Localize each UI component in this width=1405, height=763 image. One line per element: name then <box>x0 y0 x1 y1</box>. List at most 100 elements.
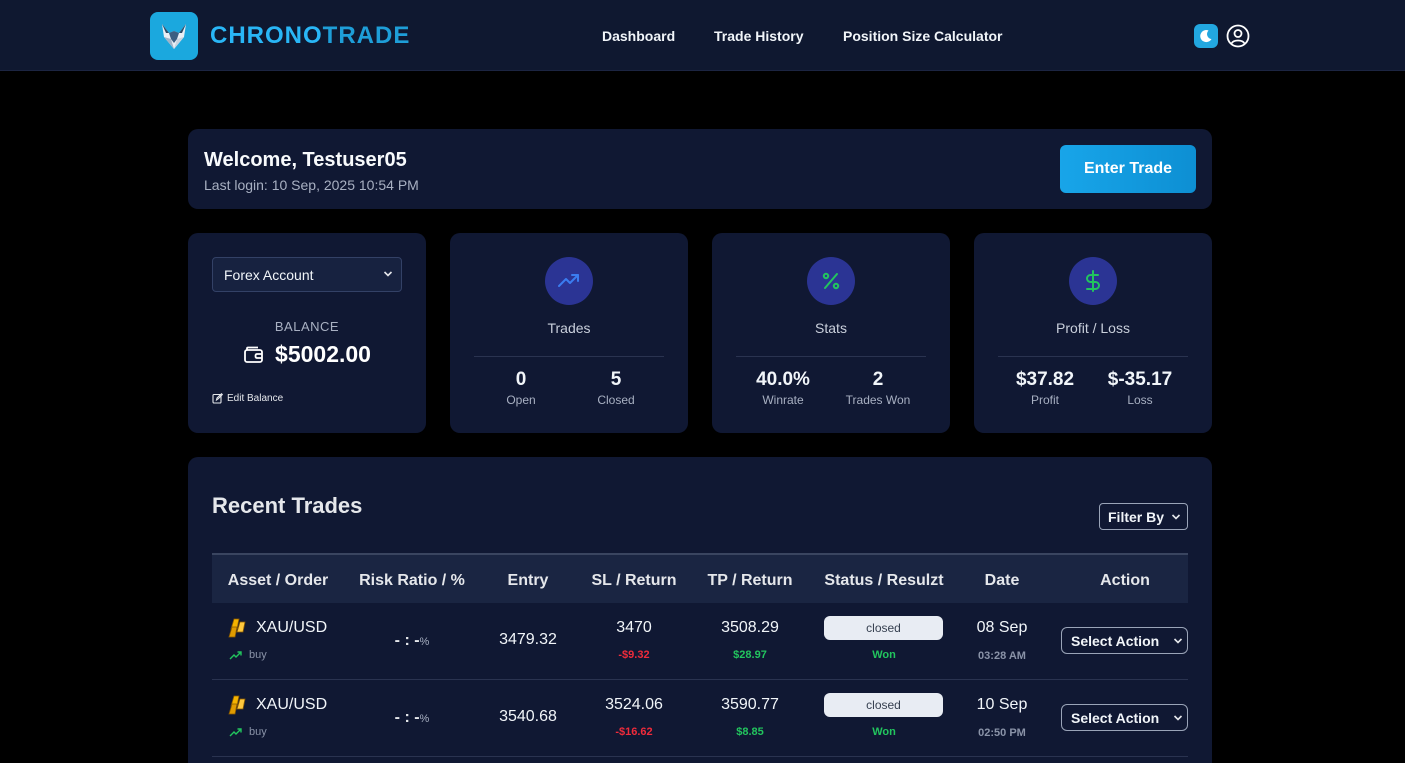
brand-part-2: TRADE <box>322 22 411 49</box>
balance-card: Forex Account BALANCE $5002.00 Edit Bala… <box>188 233 426 433</box>
col-asset-order: Asset / Order <box>227 572 329 589</box>
col-sl-return: SL / Return <box>591 572 677 589</box>
table-row: XAU/USD buy - : -% 3479.32 3470 -$9.32 3… <box>212 603 1188 680</box>
profit-loss-card: Profit / Loss $37.82 Profit $-35.17 Loss <box>974 233 1212 433</box>
trades-title: Trades <box>547 320 591 336</box>
select-action-dropdown[interactable]: Select Action <box>1061 627 1188 654</box>
risk-ratio: - : -% <box>395 709 430 727</box>
trades-won-label: Trades Won <box>845 393 911 407</box>
col-action: Action <box>1100 572 1150 589</box>
loss-stat: $-35.17 Loss <box>1085 369 1195 407</box>
recent-trades-card: Recent Trades Filter By Asset / Order Ri… <box>188 457 1212 763</box>
col-tp-return: TP / Return <box>707 572 793 589</box>
order-side: buy <box>249 726 267 738</box>
chevron-down-icon <box>1171 514 1181 520</box>
recent-trades-title: Recent Trades <box>212 493 363 518</box>
risk-ratio-unit: % <box>419 636 430 648</box>
enter-trade-button[interactable]: Enter Trade <box>1060 145 1196 193</box>
winrate-value: 40.0% <box>756 369 810 390</box>
stop-loss-return: -$16.62 <box>615 726 653 738</box>
last-login-text: Last login: 10 Sep, 2025 10:54 PM <box>204 177 419 193</box>
stop-loss-return: -$9.32 <box>618 649 650 661</box>
edit-balance-button[interactable]: Edit Balance <box>212 393 283 404</box>
closed-trades-stat: 5 Closed <box>561 369 671 407</box>
filter-by-label: Filter By <box>1108 508 1165 525</box>
asset-name[interactable]: XAU/USD <box>256 696 327 714</box>
user-circle-icon[interactable] <box>1226 24 1250 48</box>
filter-by-dropdown[interactable]: Filter By <box>1099 503 1188 530</box>
take-profit-return: $8.85 <box>736 726 764 738</box>
entry-price: 3540.68 <box>499 708 557 725</box>
result-label: Won <box>872 726 896 738</box>
loss-label: Loss <box>1127 393 1153 407</box>
balance-row: $5002.00 <box>188 341 426 368</box>
trades-card: Trades 0 Open 5 Closed <box>450 233 688 433</box>
take-profit-price: 3508.29 <box>721 619 779 636</box>
nav-position-size-calculator[interactable]: Position Size Calculator <box>843 28 1002 44</box>
col-date: Date <box>984 572 1020 589</box>
trades-won-stat: 2 Trades Won <box>823 369 933 407</box>
select-action-dropdown[interactable]: Select Action <box>1061 704 1188 731</box>
chevron-down-icon <box>383 271 393 277</box>
welcome-card: Welcome, Testuser05 Last login: 10 Sep, … <box>188 129 1212 209</box>
take-profit-return: $28.97 <box>733 649 767 661</box>
gold-bars-icon <box>228 618 246 638</box>
chevron-down-icon <box>1173 638 1183 644</box>
profit-loss-title: Profit / Loss <box>1056 320 1130 336</box>
trade-time: 03:28 AM <box>978 650 1026 662</box>
take-profit-price: 3590.77 <box>721 696 779 713</box>
wallet-icon <box>244 346 263 363</box>
open-trades-value: 0 <box>515 369 527 390</box>
trending-up-icon <box>229 728 242 737</box>
entry-price: 3479.32 <box>499 631 557 648</box>
trades-won-value: 2 <box>872 369 884 390</box>
col-risk-ratio: Risk Ratio / % <box>359 572 465 589</box>
result-label: Won <box>872 649 896 661</box>
risk-ratio-unit: % <box>419 713 430 725</box>
stats-title: Stats <box>815 320 847 336</box>
balance-value: $5002.00 <box>275 341 371 367</box>
account-select[interactable]: Forex Account <box>212 257 402 292</box>
status-badge: closed <box>824 616 943 640</box>
col-status-result: Status / Resulzt <box>824 572 944 589</box>
welcome-title: Welcome, Testuser05 <box>204 149 407 171</box>
col-entry: Entry <box>507 572 549 589</box>
trending-up-icon <box>545 257 593 305</box>
loss-value: $-35.17 <box>1107 369 1173 390</box>
open-trades-label: Open <box>506 393 536 407</box>
edit-balance-label: Edit Balance <box>227 393 284 404</box>
winrate-label: Winrate <box>762 393 804 407</box>
trade-time: 02:50 PM <box>978 727 1026 739</box>
risk-ratio-value: - : - <box>394 632 420 649</box>
closed-trades-label: Closed <box>597 393 635 407</box>
gold-bars-icon <box>228 695 246 715</box>
balance-label: BALANCE <box>274 319 340 334</box>
nav-dashboard[interactable]: Dashboard <box>602 28 675 44</box>
order-side: buy <box>249 649 267 661</box>
percent-icon <box>807 257 855 305</box>
top-navbar: CHRONOTRADE Dashboard Trade History Posi… <box>0 0 1405 71</box>
stats-card: Stats 40.0% Winrate 2 Trades Won <box>712 233 950 433</box>
open-trades-stat: 0 Open <box>466 369 576 407</box>
select-action-label: Select Action <box>1071 709 1160 726</box>
closed-trades-value: 5 <box>610 369 622 390</box>
risk-ratio: - : -% <box>395 632 430 650</box>
chevron-down-icon <box>1173 715 1183 721</box>
edit-icon <box>212 393 223 404</box>
fox-logo-icon[interactable] <box>150 12 198 60</box>
nav-trade-history[interactable]: Trade History <box>714 28 803 44</box>
brand-part-1: CHRONO <box>210 22 323 49</box>
brand-name[interactable]: CHRONOTRADE <box>210 22 410 50</box>
asset-name[interactable]: XAU/USD <box>256 619 327 637</box>
select-action-label: Select Action <box>1071 632 1160 649</box>
dollar-icon <box>1069 257 1117 305</box>
table-row: XAU/USD buy - : -% 3540.68 3524.06 -$16.… <box>212 680 1188 757</box>
status-badge: closed <box>824 693 943 717</box>
stop-loss-price: 3524.06 <box>605 696 663 713</box>
profit-stat: $37.82 Profit <box>990 369 1100 407</box>
account-select-value: Forex Account <box>224 266 314 283</box>
divider <box>736 356 926 357</box>
moon-icon[interactable] <box>1194 24 1218 48</box>
profit-value: $37.82 <box>1015 369 1075 390</box>
winrate-stat: 40.0% Winrate <box>728 369 838 407</box>
